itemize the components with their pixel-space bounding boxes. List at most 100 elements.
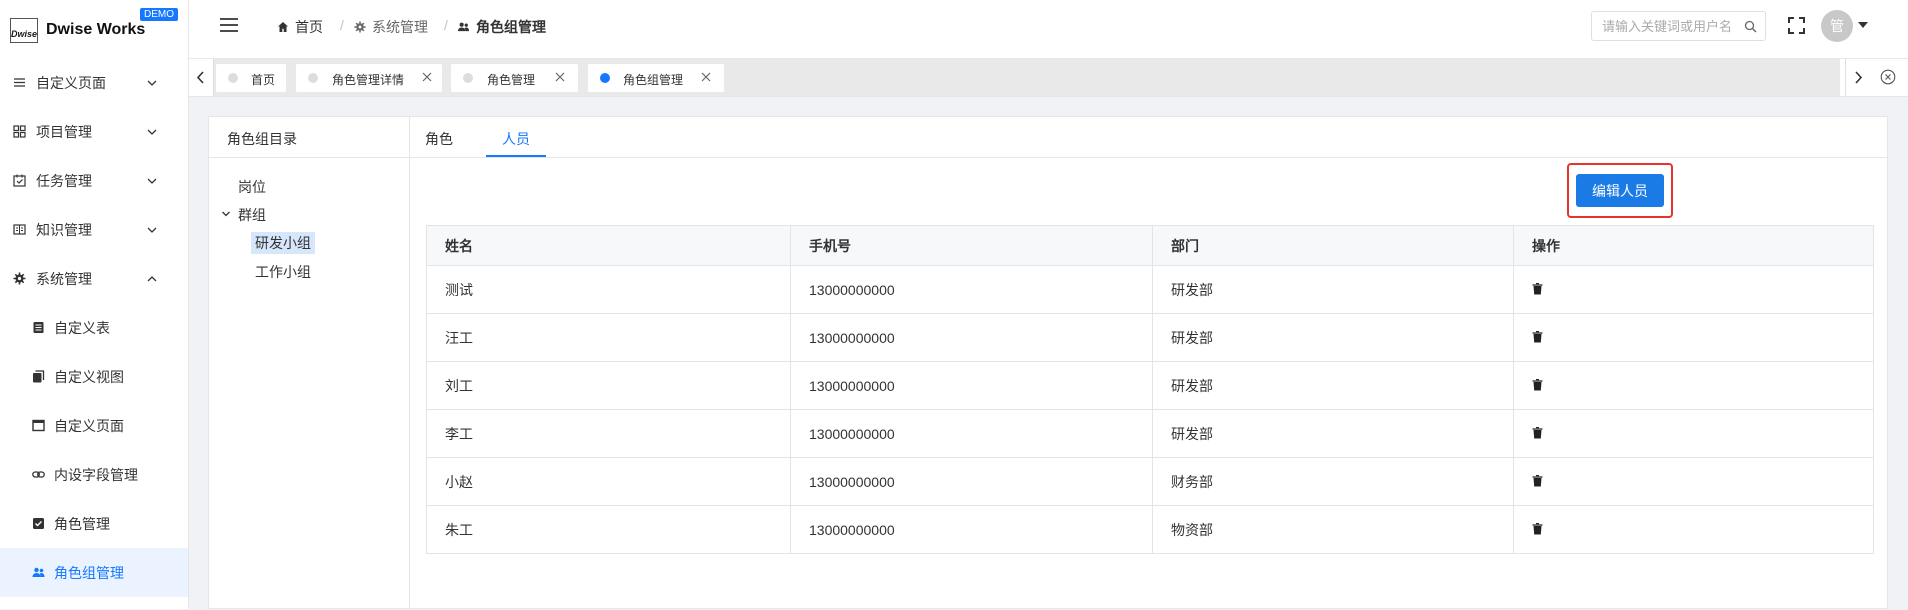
tree-node-groups[interactable]: 群组 [238, 205, 266, 225]
panel-tabs: 角色 人员 [410, 117, 1887, 158]
sidebar-item-label: 自定义页面 [36, 75, 106, 91]
cell-actions [1513, 361, 1874, 410]
breadcrumb-home[interactable]: 首页 [277, 17, 323, 37]
chevron-right-icon [1855, 71, 1863, 84]
sidebar-item-custom-page[interactable]: 自定义页面 [0, 401, 188, 450]
sidebar-item-label: 自定义表 [54, 320, 110, 336]
tab-status-dot [600, 73, 610, 83]
cell-name: 朱工 [426, 505, 791, 554]
tree-node-work-team[interactable]: 工作小组 [255, 262, 311, 282]
gear-icon [354, 21, 366, 33]
breadcrumb-label: 系统管理 [372, 19, 428, 35]
trash-icon[interactable] [1532, 426, 1543, 439]
cell-actions [1513, 505, 1874, 554]
sidebar-item-custom-pages[interactable]: 自定义页面 [0, 58, 188, 107]
close-all-tabs-icon[interactable] [1880, 69, 1896, 85]
users-icon [32, 567, 45, 577]
tab-role-groups[interactable]: 角色组管理 [588, 64, 724, 92]
search-box[interactable] [1591, 11, 1766, 41]
table-row: 李工 13000000000 研发部 [426, 409, 1874, 458]
sidebar-item-custom-view[interactable]: 自定义视图 [0, 352, 188, 401]
table-row: 汪工 13000000000 研发部 [426, 313, 1874, 362]
breadcrumb-label: 首页 [295, 19, 323, 35]
chevron-left-icon [196, 71, 204, 84]
caret-down-icon[interactable] [1858, 22, 1868, 28]
search-icon[interactable] [1744, 20, 1757, 33]
sidebar-item-label: 自定义视图 [54, 369, 124, 385]
sidebar-item-knowledge[interactable]: 知识管理 [0, 205, 188, 254]
close-icon[interactable] [701, 72, 711, 82]
breadcrumb-system[interactable]: 系统管理 [354, 17, 428, 37]
grid-icon [13, 125, 26, 138]
column-header-department: 部门 [1152, 225, 1514, 266]
trash-icon[interactable] [1532, 522, 1543, 535]
tree-node-positions[interactable]: 岗位 [238, 177, 266, 197]
close-icon[interactable] [422, 72, 432, 82]
copy-icon [33, 370, 45, 383]
cell-actions [1513, 457, 1874, 506]
sidebar-item-builtin-fields[interactable]: 内设字段管理 [0, 450, 188, 499]
cell-phone: 13000000000 [790, 409, 1153, 458]
avatar[interactable]: 管 [1821, 10, 1853, 42]
search-input[interactable] [1600, 12, 1744, 40]
home-icon [278, 22, 288, 32]
members-table: 姓名 手机号 部门 操作 测试 13000000000 研发部 汪工 13000… [426, 225, 1874, 554]
chevron-down-icon[interactable] [221, 210, 231, 218]
role-group-tree-panel: 角色组目录 岗位 群组 研发小组 工作小组 [209, 117, 410, 610]
brand-name: Dwise Works [46, 21, 146, 38]
chevron-down-icon [147, 227, 157, 233]
trash-icon[interactable] [1532, 474, 1543, 487]
sidebar-item-label: 角色组管理 [54, 565, 124, 581]
sidebar-item-label: 内设字段管理 [54, 467, 138, 483]
tab-strip: 首页 角色管理详情 角色管理 角色组管理 [214, 59, 1840, 96]
chevron-down-icon [147, 178, 157, 184]
tab-members-panel[interactable]: 人员 [502, 129, 530, 149]
cell-department: 研发部 [1152, 409, 1514, 458]
sidebar: Dwise Dwise Works DEMO 自定义页面 项目管理 任务管理 知… [0, 0, 189, 609]
breadcrumb-label: 角色组管理 [476, 19, 546, 35]
tabs-scroll-left-button[interactable] [189, 59, 214, 96]
cell-actions [1513, 265, 1874, 314]
brand-logo[interactable]: Dwise Dwise Works DEMO [10, 8, 182, 48]
cell-department: 财务部 [1152, 457, 1514, 506]
edit-members-button[interactable]: 编辑人员 [1576, 174, 1664, 207]
hamburger-menu-icon[interactable] [219, 16, 239, 34]
cell-phone: 13000000000 [790, 361, 1153, 410]
trash-icon[interactable] [1532, 378, 1543, 391]
sidebar-menu: 自定义页面 项目管理 任务管理 知识管理 系统管理 自定义表 自定义视图 自定义… [0, 58, 188, 597]
sidebar-item-label: 项目管理 [36, 124, 92, 140]
trash-icon[interactable] [1532, 330, 1543, 343]
logo-mark: Dwise [10, 18, 38, 43]
tree-node-rd-team[interactable]: 研发小组 [251, 232, 315, 254]
sidebar-item-custom-table[interactable]: 自定义表 [0, 303, 188, 352]
sidebar-item-system[interactable]: 系统管理 [0, 254, 188, 303]
breadcrumb-separator: / [340, 17, 344, 33]
trash-icon[interactable] [1532, 282, 1543, 295]
tab-roles-panel[interactable]: 角色 [425, 129, 453, 149]
active-tab-indicator [486, 155, 546, 157]
cell-department: 物资部 [1152, 505, 1514, 554]
chevron-down-icon [147, 129, 157, 135]
sidebar-item-projects[interactable]: 项目管理 [0, 107, 188, 156]
tab-roles[interactable]: 角色管理 [451, 64, 578, 92]
tabs-bar: 首页 角色管理详情 角色管理 角色组管理 [189, 59, 1908, 97]
sidebar-item-roles[interactable]: 角色管理 [0, 499, 188, 548]
link-icon [32, 471, 45, 478]
sidebar-item-label: 角色管理 [54, 516, 110, 532]
cell-phone: 13000000000 [790, 313, 1153, 362]
tab-role-detail[interactable]: 角色管理详情 [296, 64, 442, 92]
cell-department: 研发部 [1152, 313, 1514, 362]
close-icon[interactable] [555, 72, 565, 82]
sidebar-item-role-groups[interactable]: 角色组管理 [0, 548, 188, 597]
tab-label: 角色管理 [487, 73, 536, 87]
table-row: 刘工 13000000000 研发部 [426, 361, 1874, 410]
fullscreen-icon[interactable] [1788, 17, 1805, 34]
checkbox-icon [33, 518, 44, 529]
cell-phone: 13000000000 [790, 457, 1153, 506]
tab-home[interactable]: 首页 [216, 64, 286, 92]
tabs-scroll-right-button[interactable] [1845, 59, 1870, 96]
cell-actions [1513, 409, 1874, 458]
tab-status-dot [308, 73, 318, 83]
tab-status-dot [463, 73, 473, 83]
sidebar-item-tasks[interactable]: 任务管理 [0, 156, 188, 205]
